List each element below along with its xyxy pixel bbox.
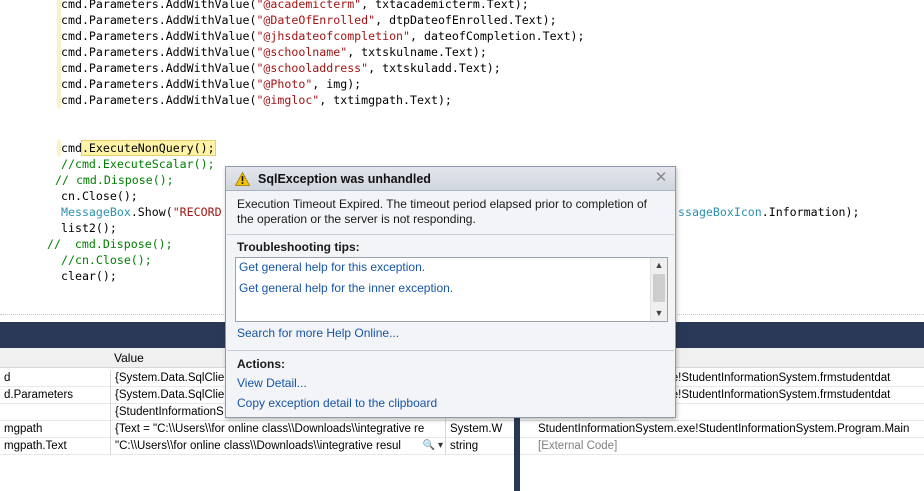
local-name: d.Parameters — [4, 389, 74, 401]
visualizer-dropdown[interactable]: 🔍 ▾ — [423, 438, 443, 454]
chevron-down-icon[interactable]: ▾ — [435, 440, 443, 451]
table-row[interactable]: mgpath {Text = "C:\\Users\\for online cl… — [0, 421, 518, 438]
close-icon[interactable]: ✕ — [654, 170, 668, 186]
code-line: clear(); — [61, 269, 117, 283]
code-line: cmd.Parameters.AddWithValue("@schoolname… — [61, 45, 487, 59]
divider — [227, 234, 674, 235]
current-statement-highlight: .ExecuteNonQuery(); — [80, 140, 216, 156]
warning-icon — [235, 172, 250, 186]
local-name: d — [4, 372, 11, 384]
local-value-text: "C:\\Users\\for online class\\Downloads\… — [115, 440, 401, 452]
code-line: cmd.Parameters.AddWithValue("@schooladdr… — [61, 61, 501, 75]
actions-title: Actions: — [237, 357, 285, 371]
code-line: MessageBox.Show("RECORD — [61, 205, 222, 219]
comment-line: //cmd.ExecuteScalar(); — [61, 157, 215, 171]
stack-frame[interactable]: StudentInformationSystem.exe!StudentInfo… — [520, 421, 924, 438]
local-type: string — [445, 438, 518, 455]
local-value: "C:\\Users\\for online class\\Downloads\… — [110, 438, 445, 455]
comment-line: // cmd.Dispose(); — [47, 237, 173, 251]
code-line: cn.Close(); — [61, 189, 138, 203]
code-line: cmd.Parameters.AddWithValue("@academicte… — [61, 0, 529, 11]
code-line: ssageBoxIcon.Information); — [678, 205, 860, 219]
divider — [227, 350, 674, 351]
comment-line: //cn.Close(); — [61, 253, 152, 267]
troubleshooting-title: Troubleshooting tips: — [237, 240, 360, 254]
copy-exception-detail-link[interactable]: Copy exception detail to the clipboard — [237, 396, 437, 410]
local-type: System.W — [445, 421, 518, 438]
local-name: mgpath.Text — [4, 440, 67, 452]
scroll-down-icon[interactable]: ▼ — [651, 306, 667, 320]
tip-link-inner-exception-help[interactable]: Get general help for the inner exception… — [239, 281, 453, 295]
dialog-title: SqlException was unhandled — [258, 172, 431, 186]
tips-scrollbar[interactable]: ▲ ▼ — [650, 258, 667, 321]
editor-gutter — [0, 0, 8, 308]
view-detail-link[interactable]: View Detail... — [237, 376, 307, 390]
code-line: cmd.Parameters.AddWithValue("@jhsdateofc… — [61, 29, 585, 43]
dialog-title-bar: SqlException was unhandled ✕ — [226, 167, 675, 191]
local-value: {Text = "C:\\Users\\for online class\\Do… — [110, 421, 445, 438]
local-name: mgpath — [4, 423, 43, 435]
value-column-header[interactable]: Value — [114, 351, 144, 365]
magnifier-icon[interactable]: 🔍 — [423, 440, 435, 451]
comment-line: // cmd.Dispose(); — [55, 173, 174, 187]
scroll-thumb[interactable] — [653, 274, 665, 302]
current-statement-line: cmd.ExecuteNonQuery(); — [61, 140, 216, 156]
code-line: cmd.Parameters.AddWithValue("@imgloc", t… — [61, 93, 452, 107]
exception-message: Execution Timeout Expired. The timeout p… — [237, 197, 648, 226]
search-help-online-link[interactable]: Search for more Help Online... — [237, 326, 399, 340]
code-line: cmd.Parameters.AddWithValue("@Photo", im… — [61, 77, 362, 91]
table-row[interactable]: mgpath.Text "C:\\Users\\for online class… — [0, 438, 518, 455]
troubleshooting-tips-list[interactable]: Get general help for this exception. Get… — [235, 257, 668, 322]
tip-link-exception-help[interactable]: Get general help for this exception. — [239, 260, 425, 274]
code-line: cmd.Parameters.AddWithValue("@DateOfEnro… — [61, 13, 557, 27]
local-name — [0, 404, 110, 421]
exception-assistant-dialog: SqlException was unhandled ✕ Execution T… — [225, 166, 676, 418]
scroll-up-icon[interactable]: ▲ — [651, 258, 667, 272]
code-line: list2(); — [61, 221, 117, 235]
stack-frame-external[interactable]: [External Code] — [520, 438, 924, 455]
